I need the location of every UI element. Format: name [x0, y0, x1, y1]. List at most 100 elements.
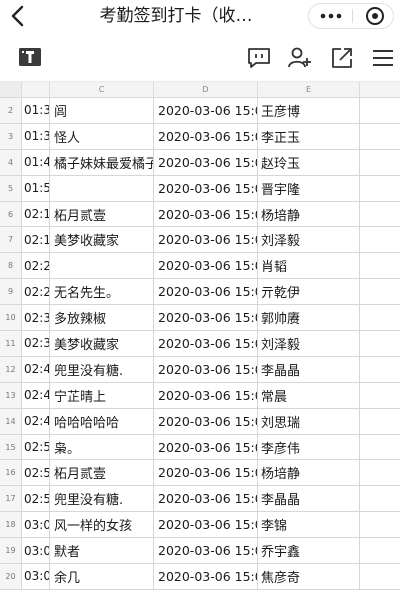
cell-time[interactable]: 02:4	[22, 356, 50, 382]
cell-empty[interactable]	[360, 150, 400, 175]
column-header-e[interactable]: E	[258, 82, 360, 97]
cell-nickname[interactable]: 无名先生。	[50, 279, 154, 305]
cell-datetime[interactable]: 2020-03-06 15:02	[154, 331, 258, 356]
column-header-f[interactable]	[360, 82, 400, 97]
cell-datetime[interactable]: 2020-03-06 15:01	[154, 149, 258, 175]
cell-datetime[interactable]: 2020-03-06 15:03	[154, 564, 258, 589]
cell-time[interactable]: 02:4	[22, 408, 50, 434]
cell-nickname[interactable]: 哈哈哈哈哈	[50, 408, 154, 434]
cell-name[interactable]: 李彦伟	[258, 434, 360, 460]
cell-time[interactable]: 03:0	[22, 564, 50, 589]
cell-time[interactable]: 02:2	[22, 279, 50, 305]
cell-nickname[interactable]: 美梦收藏家	[50, 227, 154, 253]
row-number[interactable]: 15	[0, 434, 22, 460]
cell-datetime[interactable]: 2020-03-06 15:03	[154, 512, 258, 538]
cell-datetime[interactable]: 2020-03-06 15:01	[154, 98, 258, 123]
cell-datetime[interactable]: 2020-03-06 15:02	[154, 460, 258, 486]
cell-nickname[interactable]: 橘子妹妹最爱橘子	[50, 149, 154, 175]
cell-datetime[interactable]: 2020-03-06 15:01	[154, 123, 258, 149]
cell-datetime[interactable]: 2020-03-06 15:02	[154, 408, 258, 434]
cell-empty[interactable]	[360, 279, 400, 304]
cell-nickname[interactable]: 风一样的女孩	[50, 512, 154, 538]
cell-datetime[interactable]: 2020-03-06 15:01	[154, 175, 258, 201]
cell-empty[interactable]	[360, 227, 400, 252]
cell-time[interactable]: 01:4	[22, 149, 50, 175]
cell-empty[interactable]	[360, 383, 400, 408]
cell-time[interactable]: 01:3	[22, 123, 50, 149]
cell-name[interactable]: 杨培静	[258, 201, 360, 227]
cell-name[interactable]: 肖韬	[258, 253, 360, 279]
cell-nickname[interactable]: 多放辣椒	[50, 305, 154, 331]
row-number[interactable]: 3	[0, 123, 22, 149]
cell-datetime[interactable]: 2020-03-06 15:03	[154, 538, 258, 564]
cell-empty[interactable]	[360, 202, 400, 227]
cell-datetime[interactable]: 2020-03-06 15:02	[154, 253, 258, 279]
cell-empty[interactable]	[360, 176, 400, 201]
cell-nickname[interactable]: 余几	[50, 564, 154, 589]
cell-name[interactable]: 焦彦奇	[258, 564, 360, 589]
cell-nickname[interactable]: 怪人	[50, 123, 154, 149]
cell-empty[interactable]	[360, 253, 400, 278]
cell-time[interactable]: 02:5	[22, 434, 50, 460]
cell-datetime[interactable]: 2020-03-06 15:02	[154, 201, 258, 227]
cell-nickname[interactable]: 美梦收藏家	[50, 331, 154, 356]
cell-time[interactable]: 02:1	[22, 201, 50, 227]
row-number[interactable]: 7	[0, 227, 22, 253]
close-button[interactable]	[363, 5, 387, 27]
more-button[interactable]	[313, 5, 349, 27]
cell-empty[interactable]	[360, 564, 400, 589]
cell-name[interactable]: 常晨	[258, 382, 360, 408]
cell-name[interactable]: 乔宇鑫	[258, 538, 360, 564]
cell-empty[interactable]	[360, 409, 400, 434]
row-number[interactable]: 20	[0, 564, 22, 589]
row-number[interactable]: 5	[0, 175, 22, 201]
cell-empty[interactable]	[360, 512, 400, 537]
cell-name[interactable]: 郭帅赓	[258, 305, 360, 331]
cell-time[interactable]: 03:0	[22, 538, 50, 564]
row-number[interactable]: 17	[0, 486, 22, 512]
row-number[interactable]: 9	[0, 279, 22, 305]
add-collaborator-button[interactable]	[287, 45, 313, 71]
cell-name[interactable]: 李锦	[258, 512, 360, 538]
cell-empty[interactable]	[360, 435, 400, 460]
cell-name[interactable]: 亓乾伊	[258, 279, 360, 305]
cell-datetime[interactable]: 2020-03-06 15:02	[154, 227, 258, 253]
column-header-d[interactable]: D	[154, 82, 258, 97]
cell-nickname[interactable]: 默者	[50, 538, 154, 564]
row-number[interactable]: 8	[0, 253, 22, 279]
row-number[interactable]: 13	[0, 382, 22, 408]
cell-time[interactable]: 02:4	[22, 382, 50, 408]
cell-nickname[interactable]: 兜里没有糖.	[50, 486, 154, 512]
comment-button[interactable]	[246, 45, 272, 71]
corner-cell[interactable]	[0, 82, 22, 97]
column-header-b[interactable]	[22, 82, 50, 97]
cell-nickname[interactable]: 柘月贰壹	[50, 201, 154, 227]
row-number[interactable]: 16	[0, 460, 22, 486]
cell-empty[interactable]	[360, 331, 400, 356]
row-number[interactable]: 14	[0, 408, 22, 434]
row-number[interactable]: 11	[0, 331, 22, 356]
cell-time[interactable]: 02:2	[22, 253, 50, 279]
cell-empty[interactable]	[360, 98, 400, 123]
cell-name[interactable]: 赵玲玉	[258, 149, 360, 175]
cell-nickname[interactable]: 枭。	[50, 434, 154, 460]
cell-empty[interactable]	[360, 486, 400, 511]
cell-time[interactable]: 02:3	[22, 331, 50, 356]
cell-datetime[interactable]: 2020-03-06 15:02	[154, 356, 258, 382]
cell-name[interactable]: 杨培静	[258, 460, 360, 486]
cell-nickname[interactable]	[50, 175, 154, 201]
cell-name[interactable]: 王彦博	[258, 98, 360, 123]
cell-name[interactable]: 刘思瑞	[258, 408, 360, 434]
cell-nickname[interactable]: 柘月贰壹	[50, 460, 154, 486]
share-button[interactable]	[329, 45, 355, 71]
row-number[interactable]: 10	[0, 305, 22, 331]
cell-time[interactable]: 02:3	[22, 305, 50, 331]
cell-time[interactable]: 01:3	[22, 98, 50, 123]
cell-empty[interactable]	[360, 538, 400, 563]
cell-datetime[interactable]: 2020-03-06 15:02	[154, 382, 258, 408]
row-number[interactable]: 2	[0, 98, 22, 123]
cell-nickname[interactable]: 闾	[50, 98, 154, 123]
spreadsheet[interactable]: C D E 201:3闾2020-03-06 15:01王彦博301:3怪人20…	[0, 82, 400, 600]
cell-name[interactable]: 李正玉	[258, 123, 360, 149]
cell-empty[interactable]	[360, 124, 400, 149]
